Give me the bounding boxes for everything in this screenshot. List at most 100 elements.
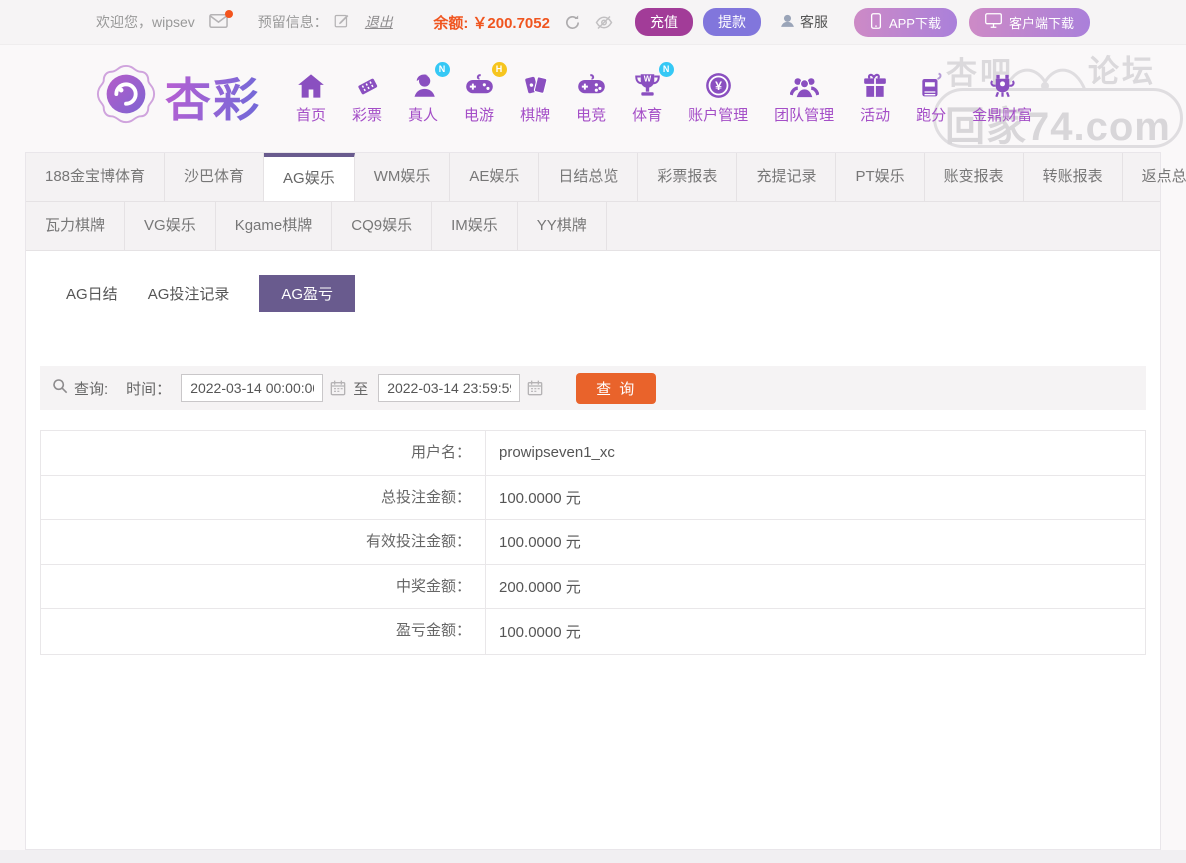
tab-chongti[interactable]: 充提记录 <box>737 153 836 201</box>
notification-dot <box>225 10 233 18</box>
badge-n: N <box>659 62 674 77</box>
withdraw-button[interactable]: 提款 <box>703 8 761 36</box>
badge-h: H <box>492 62 507 77</box>
sub-tabs: AG日结 AG投注记录 AG盈亏 <box>66 275 1160 312</box>
tab-vg[interactable]: VG娱乐 <box>125 202 216 250</box>
nav-item-team[interactable]: 团队管理 <box>761 69 847 125</box>
table-row: 中奖金额： 200.0000 元 <box>41 565 1145 610</box>
brand-name: 杏彩 <box>165 64 261 130</box>
balance-value: ￥200.7052 <box>472 12 550 33</box>
calendar-icon[interactable] <box>330 380 346 396</box>
ding-cauldron-icon <box>989 69 1016 99</box>
tab-zhangbian[interactable]: 账变报表 <box>925 153 1024 201</box>
main-nav: 首页 彩票 N 真人 H 电游 棋牌 <box>283 69 1045 125</box>
gift-icon <box>862 69 888 99</box>
tab-row-2: 瓦力棋牌 VG娱乐 Kgame棋牌 CQ9娱乐 IM娱乐 YY棋牌 <box>26 202 1160 251</box>
ticket-icon <box>354 69 381 99</box>
tab-rijie[interactable]: 日结总览 <box>539 153 638 201</box>
tab-caipiao[interactable]: 彩票报表 <box>638 153 737 201</box>
trophy-icon: W N <box>634 69 661 99</box>
balance-group: 余额: ￥200.7052 充值 提款 客服 <box>433 8 828 36</box>
nav-item-egame[interactable]: H 电游 <box>451 69 507 125</box>
tab-shaba[interactable]: 沙巴体育 <box>165 153 264 201</box>
customer-service-button[interactable]: 客服 <box>779 12 828 32</box>
esports-gamepad-icon <box>577 69 606 99</box>
nav-item-home[interactable]: 首页 <box>283 69 339 125</box>
topbar: 欢迎您，wipsev 预留信息： 退出 余额: ￥200.7052 充值 提款 … <box>0 0 1186 45</box>
tab-row-1: 188金宝博体育 沙巴体育 AG娱乐 WM娱乐 AE娱乐 日结总览 彩票报表 充… <box>26 153 1160 202</box>
report-value: 100.0000 元 <box>486 621 581 642</box>
edit-icon[interactable] <box>334 13 349 31</box>
nav-item-account[interactable]: ¥ 账户管理 <box>675 69 761 125</box>
main-panel: 188金宝博体育 沙巴体育 AG娱乐 WM娱乐 AE娱乐 日结总览 彩票报表 充… <box>25 152 1161 850</box>
subtab-ag-bets[interactable]: AG投注记录 <box>148 275 230 312</box>
time-label: 时间： <box>126 378 171 399</box>
to-label: 至 <box>353 378 368 399</box>
app-download-button[interactable]: APP下载 <box>854 8 957 37</box>
start-date-input[interactable] <box>181 374 323 402</box>
query-label: 查询: <box>74 378 108 399</box>
phone-icon <box>870 13 882 32</box>
badge-n: N <box>435 62 450 77</box>
mail-button[interactable] <box>209 14 228 31</box>
eye-off-icon[interactable] <box>595 15 613 30</box>
brand-emblem-icon <box>95 63 157 130</box>
query-bar: 查询: 时间： 至 查 询 <box>40 366 1146 410</box>
nav-item-live[interactable]: N 真人 <box>395 69 451 125</box>
tab-zhuanzhang[interactable]: 转账报表 <box>1024 153 1123 201</box>
tab-pt[interactable]: PT娱乐 <box>836 153 924 201</box>
report-label: 总投注金额： <box>41 476 486 520</box>
footer-strip <box>0 850 1186 863</box>
table-row: 盈亏金额： 100.0000 元 <box>41 609 1145 654</box>
user-group: 欢迎您，wipsev 预留信息： 退出 <box>96 12 393 32</box>
profit-report-table: 用户名： prowipseven1_xc 总投注金额： 100.0000 元 有… <box>40 430 1146 655</box>
subtab-ag-daily[interactable]: AG日结 <box>66 275 118 312</box>
welcome-text: 欢迎您，wipsev <box>96 12 195 32</box>
brand-logo[interactable]: 杏彩 <box>95 63 261 130</box>
slot-machine-icon <box>918 69 944 99</box>
nav-item-cards[interactable]: 棋牌 <box>507 69 563 125</box>
calendar-icon[interactable] <box>527 380 543 396</box>
headset-icon <box>779 12 800 32</box>
nav-item-paofen[interactable]: 跑分 <box>903 69 959 125</box>
svg-text:¥: ¥ <box>715 79 722 93</box>
refresh-icon[interactable] <box>564 14 581 31</box>
tab-ae[interactable]: AE娱乐 <box>450 153 539 201</box>
logout-link[interactable]: 退出 <box>365 12 393 32</box>
report-value: prowipseven1_xc <box>486 444 615 461</box>
tab-fandian[interactable]: 返点总额 <box>1123 153 1186 201</box>
tab-wali[interactable]: 瓦力棋牌 <box>26 202 125 250</box>
tab-im[interactable]: IM娱乐 <box>432 202 518 250</box>
home-icon <box>297 69 325 99</box>
nav-item-sports[interactable]: W N 体育 <box>619 69 675 125</box>
client-download-label: 客户端下载 <box>1009 13 1074 32</box>
report-value: 100.0000 元 <box>486 531 581 552</box>
search-icon <box>52 378 68 398</box>
nav-item-promo[interactable]: 活动 <box>847 69 903 125</box>
search-button[interactable]: 查 询 <box>576 373 656 404</box>
tab-yy[interactable]: YY棋牌 <box>518 202 607 250</box>
end-date-input[interactable] <box>378 374 520 402</box>
table-row: 总投注金额： 100.0000 元 <box>41 476 1145 521</box>
yuan-coin-icon: ¥ <box>705 69 732 99</box>
recharge-button[interactable]: 充值 <box>635 8 693 36</box>
svg-text:W: W <box>643 74 651 83</box>
tab-ag-active[interactable]: AG娱乐 <box>264 153 355 201</box>
tab-kgame[interactable]: Kgame棋牌 <box>216 202 333 250</box>
live-dealer-icon: N <box>410 69 437 99</box>
download-group: APP下载 客户端下载 <box>854 8 1090 37</box>
envelope-icon <box>209 15 228 31</box>
report-label: 用户名： <box>41 431 486 475</box>
monitor-icon <box>985 13 1002 31</box>
reserved-info-label: 预留信息： <box>258 12 328 32</box>
tab-188jinbaobo[interactable]: 188金宝博体育 <box>26 153 165 201</box>
cards-icon <box>522 69 549 99</box>
nav-item-lottery[interactable]: 彩票 <box>339 69 395 125</box>
nav-item-esports[interactable]: 电竞 <box>563 69 619 125</box>
nav-item-wealth[interactable]: 金鼎财富 <box>959 69 1045 125</box>
tab-cq9[interactable]: CQ9娱乐 <box>332 202 432 250</box>
client-download-button[interactable]: 客户端下载 <box>969 8 1090 37</box>
game-console-icon: H <box>465 69 494 99</box>
tab-wm[interactable]: WM娱乐 <box>355 153 451 201</box>
subtab-ag-profit-active[interactable]: AG盈亏 <box>259 275 355 312</box>
